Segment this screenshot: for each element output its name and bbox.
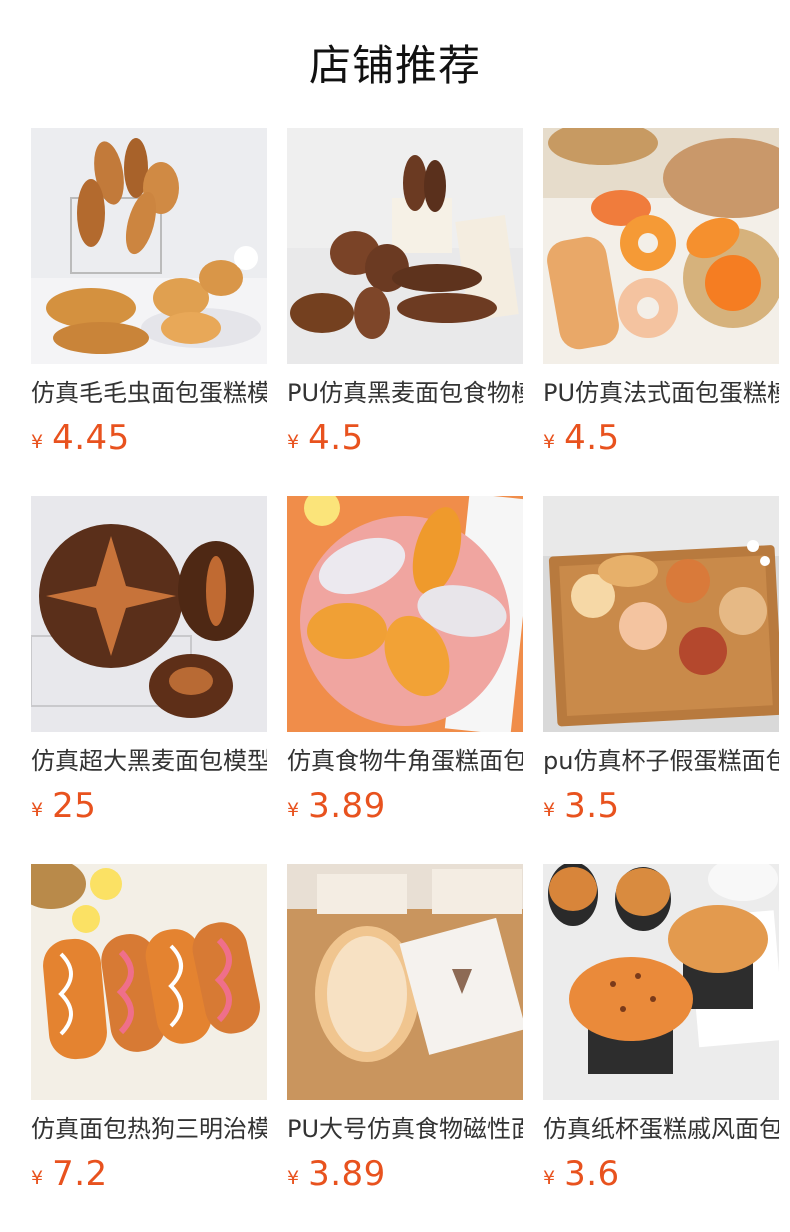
- product-card[interactable]: 仿真超大黑麦面包模型 ¥ 25: [31, 496, 267, 864]
- product-image[interactable]: [543, 864, 779, 1100]
- product-card[interactable]: 仿真面包热狗三明治模型 ¥ 7.2: [31, 864, 267, 1232]
- product-image[interactable]: [287, 496, 523, 732]
- product-name[interactable]: pu仿真杯子假蛋糕面包模型: [543, 744, 779, 778]
- price-amount: 3.89: [308, 1154, 386, 1194]
- product-image[interactable]: [287, 864, 523, 1100]
- product-price: ¥ 7.2: [31, 1152, 108, 1196]
- price-amount: 4.5: [564, 418, 620, 458]
- product-card[interactable]: 仿真食物牛角蛋糕面包模型 ¥ 3.89: [287, 496, 523, 864]
- page-title: 店铺推荐: [308, 41, 481, 90]
- product-name[interactable]: 仿真毛毛虫面包蛋糕模型: [31, 376, 267, 410]
- product-name[interactable]: 仿真超大黑麦面包模型: [31, 744, 267, 778]
- currency-symbol: ¥: [543, 1167, 556, 1189]
- product-image[interactable]: [31, 864, 267, 1100]
- product-grid: 仿真毛毛虫面包蛋糕模型 ¥ 4.45: [31, 128, 779, 1232]
- product-price: ¥ 3.5: [543, 784, 620, 828]
- product-name[interactable]: 仿真食物牛角蛋糕面包模型: [287, 744, 523, 778]
- product-card[interactable]: 仿真毛毛虫面包蛋糕模型 ¥ 4.45: [31, 128, 267, 496]
- price-amount: 3.89: [308, 786, 386, 826]
- product-name[interactable]: PU仿真黑麦面包食物模型: [287, 376, 523, 410]
- product-card[interactable]: pu仿真杯子假蛋糕面包模型 ¥ 3.5: [543, 496, 779, 864]
- currency-symbol: ¥: [31, 799, 44, 821]
- product-image[interactable]: [543, 128, 779, 364]
- product-card[interactable]: PU仿真黑麦面包食物模型 ¥ 4.5: [287, 128, 523, 496]
- currency-symbol: ¥: [543, 799, 556, 821]
- currency-symbol: ¥: [287, 1167, 300, 1189]
- product-card[interactable]: PU仿真法式面包蛋糕模型 ¥ 4.5: [543, 128, 779, 496]
- price-amount: 3.5: [564, 786, 620, 826]
- price-amount: 25: [52, 786, 97, 826]
- currency-symbol: ¥: [31, 431, 44, 453]
- product-image[interactable]: [543, 496, 779, 732]
- price-amount: 7.2: [52, 1154, 108, 1194]
- product-card[interactable]: PU大号仿真食物磁性面包 ¥ 3.89: [287, 864, 523, 1232]
- product-price: ¥ 4.5: [287, 416, 364, 460]
- product-price: ¥ 3.89: [287, 1152, 386, 1196]
- product-name[interactable]: 仿真面包热狗三明治模型: [31, 1112, 267, 1146]
- product-name[interactable]: PU大号仿真食物磁性面包: [287, 1112, 523, 1146]
- product-price: ¥ 3.89: [287, 784, 386, 828]
- price-amount: 3.6: [564, 1154, 620, 1194]
- product-price: ¥ 3.6: [543, 1152, 620, 1196]
- currency-symbol: ¥: [287, 799, 300, 821]
- price-amount: 4.5: [308, 418, 364, 458]
- product-name[interactable]: PU仿真法式面包蛋糕模型: [543, 376, 779, 410]
- currency-symbol: ¥: [287, 431, 300, 453]
- product-image[interactable]: [287, 128, 523, 364]
- product-name[interactable]: 仿真纸杯蛋糕戚风面包模型: [543, 1112, 779, 1146]
- product-image[interactable]: [31, 128, 267, 364]
- currency-symbol: ¥: [543, 431, 556, 453]
- currency-symbol: ¥: [31, 1167, 44, 1189]
- product-price: ¥ 25: [31, 784, 96, 828]
- price-amount: 4.45: [52, 418, 130, 458]
- product-price: ¥ 4.5: [543, 416, 620, 460]
- product-card[interactable]: 仿真纸杯蛋糕戚风面包模型 ¥ 3.6: [543, 864, 779, 1232]
- product-price: ¥ 4.45: [31, 416, 130, 460]
- product-image[interactable]: [31, 496, 267, 732]
